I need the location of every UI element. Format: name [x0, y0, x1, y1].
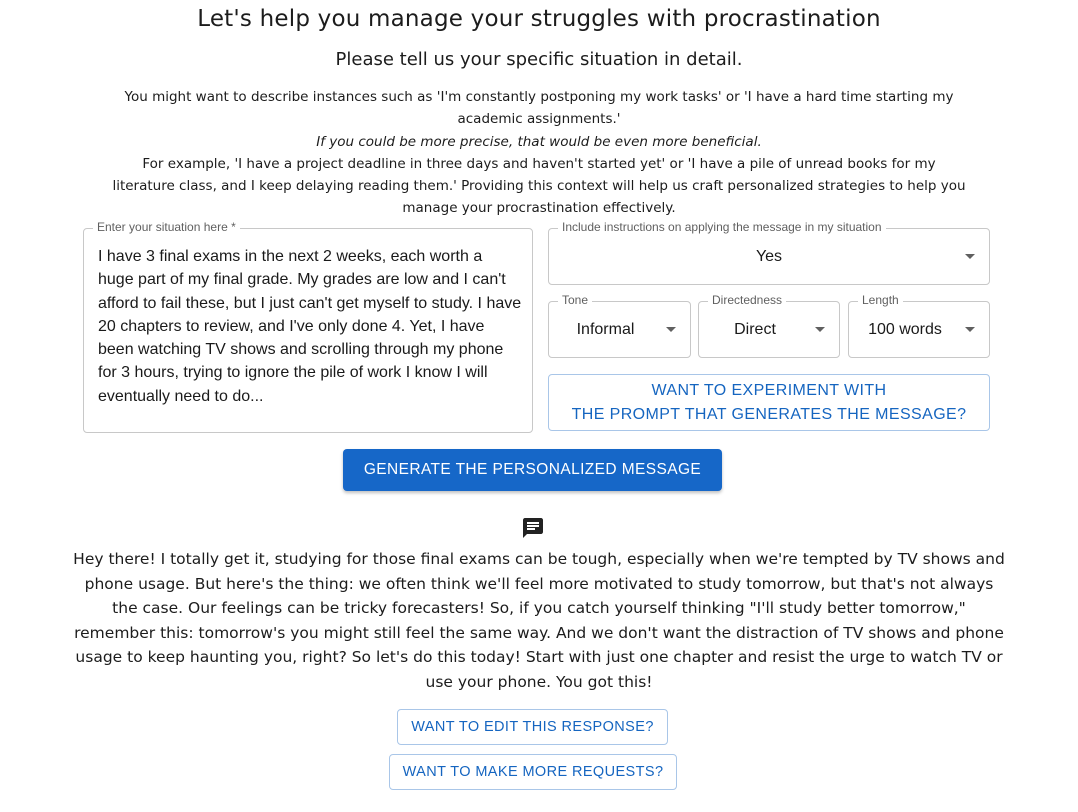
edit-response-button[interactable]: WANT TO EDIT THIS RESPONSE? [397, 709, 668, 745]
chevron-down-icon [965, 326, 975, 332]
tone-select[interactable]: Tone Informal [548, 293, 691, 358]
situation-textarea[interactable]: Enter your situation here * I have 3 fin… [83, 220, 533, 433]
situation-value[interactable]: I have 3 final exams in the next 2 weeks… [98, 245, 522, 408]
length-value: 100 words [868, 320, 942, 338]
instructions-value: Yes [755, 247, 783, 265]
intro-text: You might want to describe instances suc… [110, 86, 968, 220]
directedness-select[interactable]: Directedness Direct [698, 293, 840, 358]
chevron-down-icon [965, 253, 975, 259]
directedness-value: Direct [734, 320, 776, 338]
experiment-prompt-line-2: THE PROMPT THAT GENERATES THE MESSAGE? [571, 405, 967, 423]
chevron-down-icon [666, 326, 676, 332]
more-requests-button[interactable]: WANT TO MAKE MORE REQUESTS? [389, 754, 677, 790]
page-subtitle: Please tell us your specific situation i… [335, 49, 743, 70]
experiment-prompt-button[interactable]: WANT TO EXPERIMENT WITH THE PROMPT THAT … [548, 374, 990, 431]
chevron-down-icon [815, 326, 825, 332]
instructions-label: Include instructions on applying the mes… [558, 220, 886, 234]
length-label: Length [858, 293, 903, 307]
intro-line-2: If you could be more precise, that would… [316, 133, 762, 150]
instructions-select[interactable]: Include instructions on applying the mes… [548, 220, 990, 285]
experiment-prompt-line-1: WANT TO EXPERIMENT WITH [651, 382, 887, 399]
message-icon [523, 518, 543, 538]
page-title: Let's help you manage your struggles wit… [197, 6, 881, 32]
length-select[interactable]: Length 100 words [848, 293, 990, 358]
intro-line-1: You might want to describe instances suc… [124, 89, 954, 128]
directedness-label: Directedness [708, 293, 787, 307]
intro-line-3: For example, 'I have a project deadline … [112, 155, 966, 217]
generate-message-button[interactable]: GENERATE THE PERSONALIZED MESSAGE [343, 449, 722, 491]
tone-value: Informal [576, 320, 635, 338]
tone-label: Tone [558, 293, 593, 307]
situation-label: Enter your situation here * [93, 220, 240, 234]
response-text: Hey there! I totally get it, studying fo… [73, 550, 1005, 691]
